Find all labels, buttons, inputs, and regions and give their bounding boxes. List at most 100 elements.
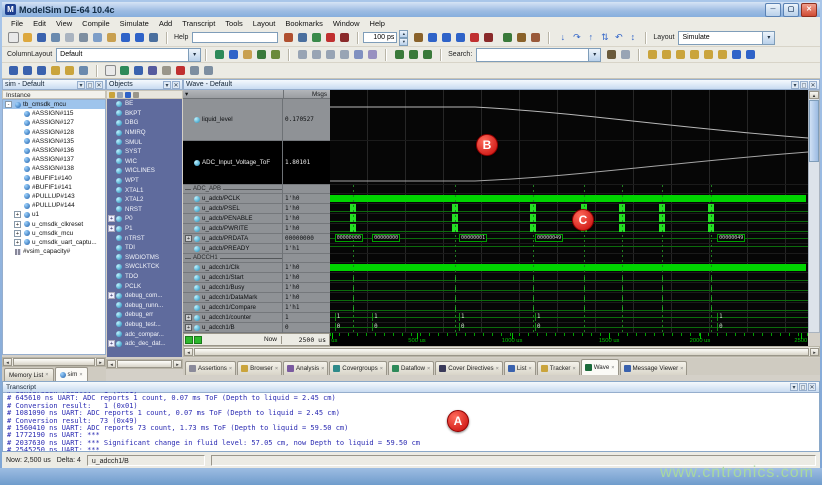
pan-mode-icon[interactable] xyxy=(324,48,337,61)
insert-divider-icon[interactable] xyxy=(269,48,282,61)
edit-grid-icon[interactable] xyxy=(255,48,268,61)
objects-item-tdo[interactable]: TDO xyxy=(107,272,182,282)
menu-file[interactable]: File xyxy=(6,19,28,28)
prev-falling-icon[interactable] xyxy=(702,48,715,61)
sim-tree-item-bufif1-140[interactable]: #BUFIF1#140 xyxy=(3,174,105,183)
sim-tree-item-assign-127[interactable]: #ASSIGN#127 xyxy=(3,118,105,127)
scroll-up-icon[interactable]: ▴ xyxy=(809,91,819,99)
new-source-icon[interactable] xyxy=(7,31,20,44)
stop-icon[interactable] xyxy=(482,31,495,44)
columnlayout-select[interactable]: Default ▾ xyxy=(56,48,201,62)
tab-close-icon[interactable]: × xyxy=(229,366,232,372)
sim-tree-item-pullup-144[interactable]: #PULLUP#144 xyxy=(3,201,105,210)
expand-icon[interactable]: + xyxy=(108,340,115,347)
tab-list[interactable]: List× xyxy=(504,361,536,375)
crosshair-icon[interactable] xyxy=(352,48,365,61)
instance-column-header[interactable]: Instance xyxy=(2,90,106,99)
step-current-icon[interactable]: ⇅ xyxy=(598,31,611,44)
sim-tree-item-assign-138[interactable]: #ASSIGN#138 xyxy=(3,164,105,173)
sim-tree-item-assign-128[interactable]: #ASSIGN#128 xyxy=(3,128,105,137)
chevron-down-icon[interactable]: ▾ xyxy=(762,32,774,44)
find-icon[interactable] xyxy=(147,31,160,44)
save-icon[interactable] xyxy=(35,31,48,44)
sim-tree-item-u-cmsdk-clkreset[interactable]: +u_cmsdk_clkreset xyxy=(3,219,105,228)
tab-close-icon[interactable]: × xyxy=(275,366,278,372)
float-icon[interactable]: ◻ xyxy=(800,81,808,89)
dock-icon[interactable]: ▾ xyxy=(77,81,85,89)
minimize-button[interactable]: ─ xyxy=(765,3,781,17)
scroll-left-icon[interactable]: ◂ xyxy=(184,348,193,356)
objects-filter-icon[interactable] xyxy=(109,92,115,98)
objects-item-wpt[interactable]: WPT xyxy=(107,176,182,186)
zoom-last-icon[interactable] xyxy=(49,64,62,77)
edit-mode-icon[interactable] xyxy=(338,48,351,61)
expand-pane-icon[interactable] xyxy=(407,48,420,61)
chevron-down-icon[interactable]: ▾ xyxy=(588,49,600,61)
waveform-display[interactable]: 0000000000000000000000010000004900000049… xyxy=(330,90,808,333)
collapse-all-icon[interactable] xyxy=(194,336,202,344)
layout-select[interactable]: Simulate ▾ xyxy=(678,31,775,45)
print-icon[interactable] xyxy=(63,31,76,44)
objects-more-icon[interactable] xyxy=(133,92,139,98)
wave-signal-liquid-level[interactable]: liquid_level xyxy=(183,99,282,141)
dock-icon[interactable]: ▾ xyxy=(790,383,798,391)
menu-add[interactable]: Add xyxy=(154,19,177,28)
tab-close-icon[interactable]: × xyxy=(380,366,383,372)
close-icon[interactable]: ✕ xyxy=(809,81,817,89)
search-options-icon[interactable] xyxy=(619,48,632,61)
next-transition-icon[interactable] xyxy=(660,48,673,61)
objects-item-nmirq[interactable]: NMIRQ xyxy=(107,128,182,138)
run-length-stepper[interactable]: ▴▾ xyxy=(399,30,408,46)
objects-item-p1[interactable]: +P1 xyxy=(107,224,182,234)
menu-bookmarks[interactable]: Bookmarks xyxy=(280,19,328,28)
add-cursor-icon[interactable] xyxy=(227,48,240,61)
expand-icon[interactable]: + xyxy=(185,314,192,321)
wave-timeline[interactable]: 0 us500 us1000 us1500 us2000 us2500 xyxy=(330,333,808,346)
objects-item-wiclines[interactable]: WICLINES xyxy=(107,166,182,176)
transcript-log[interactable]: # Conversion result: 1 (0x01)# 645610 ns… xyxy=(3,392,819,451)
tab-close-icon[interactable]: × xyxy=(496,366,499,372)
objects-item-nrst[interactable]: NRST xyxy=(107,205,182,215)
delete-cursor-icon[interactable] xyxy=(241,48,254,61)
tab-sim[interactable]: sim× xyxy=(55,367,88,381)
zoom-range-icon[interactable] xyxy=(63,64,76,77)
expand-icon[interactable]: + xyxy=(185,324,192,331)
scroll-right-icon[interactable]: ▸ xyxy=(173,360,182,368)
compile-icon[interactable] xyxy=(282,31,295,44)
sim-tree-item-u-cmsdk-mcu[interactable]: +u_cmsdk_mcu xyxy=(3,229,105,238)
tab-message-viewer[interactable]: Message Viewer× xyxy=(620,361,688,375)
tab-browser[interactable]: Browser× xyxy=(237,361,282,375)
wave-signal-u-adcch1-counter[interactable]: +u_adcch1/counter xyxy=(183,313,282,323)
wave-signal-u-adcb-pwrite[interactable]: u_adcb/PWRITE xyxy=(183,224,282,234)
menu-simulate[interactable]: Simulate xyxy=(115,19,154,28)
tab-close-icon[interactable]: × xyxy=(680,366,683,372)
sim-panel-header[interactable]: sim - Default ▾ ◻ ✕ xyxy=(2,79,106,90)
wave-signal-u-adcch1-datamark[interactable]: u_adcch1/DataMark xyxy=(183,293,282,303)
wave-signal-u-adcb-penable[interactable]: u_adcb/PENABLE xyxy=(183,214,282,224)
sim-tree-item-u1[interactable]: +u1 xyxy=(3,210,105,219)
add-wave-icon[interactable] xyxy=(213,48,226,61)
wave-signal-u-adcch1-busy[interactable]: u_adcch1/Busy xyxy=(183,283,282,293)
help-search-input[interactable] xyxy=(192,32,278,43)
collapse-icon[interactable]: - xyxy=(5,101,12,108)
leaf-cell-icon[interactable] xyxy=(104,64,117,77)
expand-icon[interactable]: + xyxy=(14,239,21,246)
search-find-icon[interactable] xyxy=(605,48,618,61)
tab-cover-directives[interactable]: Cover Directives× xyxy=(435,361,503,375)
objects-item-dbg[interactable]: DBG xyxy=(107,118,182,128)
break-run-icon[interactable] xyxy=(468,31,481,44)
objects-view-icon[interactable] xyxy=(117,92,123,98)
last-page-icon[interactable] xyxy=(744,48,757,61)
prev-rising-icon[interactable] xyxy=(674,48,687,61)
profile-icon[interactable] xyxy=(501,31,514,44)
continue-run-icon[interactable] xyxy=(440,31,453,44)
scroll-right-icon[interactable]: ▸ xyxy=(810,348,819,356)
expand-icon[interactable]: + xyxy=(108,292,115,299)
sim-tree-item-assign-136[interactable]: #ASSIGN#136 xyxy=(3,146,105,155)
dock-icon[interactable]: ▾ xyxy=(791,81,799,89)
step-out-icon[interactable]: ↑ xyxy=(584,31,597,44)
chevron-down-icon[interactable]: ▾ xyxy=(188,49,200,61)
collapse-time-icon[interactable] xyxy=(132,64,145,77)
wave-signal-u-adcch1-start[interactable]: u_adcch1/Start xyxy=(183,273,282,283)
objects-item-adc-dec-dat[interactable]: +adc_dec_dat... xyxy=(107,339,182,349)
